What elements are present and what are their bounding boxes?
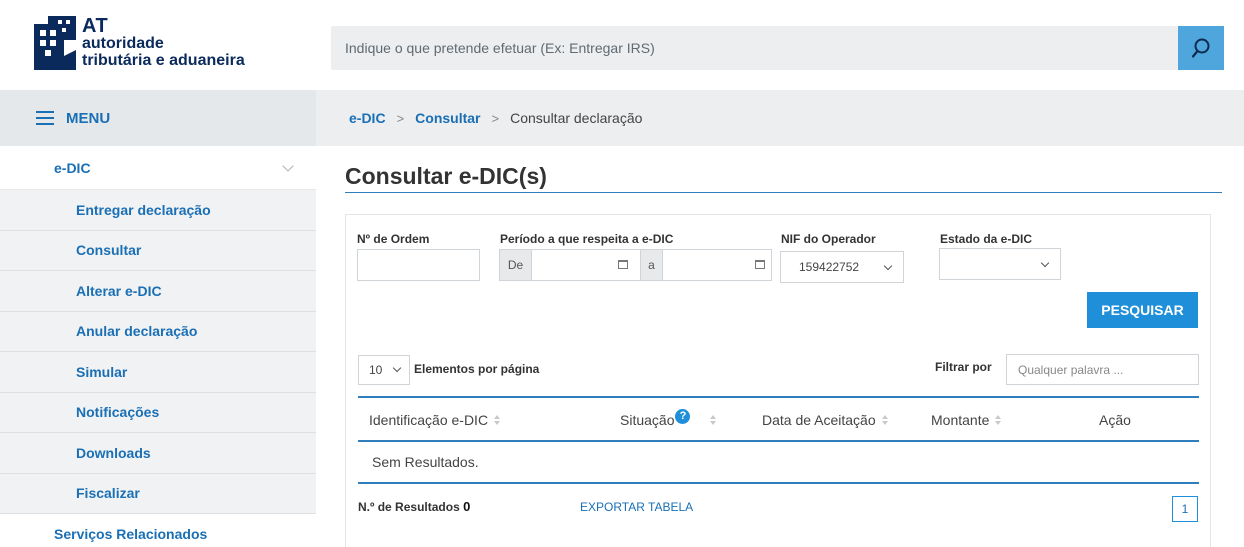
sidebar-item-servicos-relacionados[interactable]: Serviços Relacionados <box>0 514 316 547</box>
results-table: Identificação e-DIC Situação ? Data de A… <box>358 396 1199 484</box>
help-icon[interactable]: ? <box>675 408 691 424</box>
page-title: Consultar e-DIC(s) <box>345 163 547 189</box>
sidebar-item-downloads[interactable]: Downloads <box>0 433 316 474</box>
estado-label: Estado da e-DIC <box>940 232 1033 246</box>
sidebar-item-notificacoes[interactable]: Notificações <box>0 393 316 433</box>
logo-line-1: autoridade <box>82 35 164 52</box>
column-situacao[interactable]: Situação ? <box>620 398 717 442</box>
search-icon <box>1191 38 1210 58</box>
logo-abbr: AT <box>82 15 109 37</box>
ordem-label: Nº de Ordem <box>357 232 430 246</box>
sort-icon <box>710 415 717 425</box>
sidebar-item-fiscalizar[interactable]: Fiscalizar <box>0 474 316 514</box>
periodo-to-addon: a <box>640 249 663 281</box>
nif-select-value: 159422752 <box>799 260 860 274</box>
page-size-label: Elementos por página <box>414 362 540 376</box>
column-identificacao[interactable]: Identificação e-DIC <box>369 398 501 442</box>
page-size-value: 10 <box>369 363 383 377</box>
ordem-input[interactable] <box>357 249 480 281</box>
nif-label: NIF do Operador <box>781 232 876 246</box>
sidebar-item-consultar[interactable]: Consultar <box>0 231 316 271</box>
sidebar-group-label: e-DIC <box>54 159 91 176</box>
logo-line-2: tributária e aduaneira <box>82 52 245 69</box>
column-label: Ação <box>1099 412 1131 428</box>
search-button[interactable] <box>1178 26 1224 70</box>
table-header: Identificação e-DIC Situação ? Data de A… <box>358 396 1199 442</box>
periodo-from-input[interactable] <box>531 249 641 281</box>
filter-label: Filtrar por <box>935 360 992 374</box>
periodo-label: Período a que respeita a e-DIC <box>500 232 674 246</box>
header: AT autoridade tributária e aduaneira <box>0 0 1244 90</box>
pagination-page-1[interactable]: 1 <box>1172 496 1198 522</box>
breadcrumb: e-DIC > Consultar > Consultar declaração <box>316 90 1244 146</box>
breadcrumb-separator: > <box>491 110 500 126</box>
page-size-select[interactable]: 10 <box>358 355 410 385</box>
breadcrumb-edic[interactable]: e-DIC <box>349 110 386 126</box>
column-data-aceitacao[interactable]: Data de Aceitação <box>762 398 889 442</box>
periodo-to-input[interactable] <box>662 249 772 281</box>
title-divider <box>345 192 1222 193</box>
portugal-shield-logo-icon <box>34 16 76 70</box>
column-label: Montante <box>931 412 990 428</box>
sort-icon <box>494 415 501 425</box>
chevron-down-icon <box>282 159 294 172</box>
calendar-icon[interactable] <box>755 260 765 269</box>
column-label: Data de Aceitação <box>762 412 876 428</box>
chevron-down-icon <box>1040 258 1050 268</box>
breadcrumb-consultar[interactable]: Consultar <box>415 110 480 126</box>
sort-icon <box>881 415 889 425</box>
menu-toggle[interactable]: MENU <box>0 90 316 146</box>
logo-wordmark: AT autoridade tributária e aduaneira <box>82 15 245 69</box>
chevron-down-icon <box>392 363 402 373</box>
sort-icon <box>995 415 1002 425</box>
results-label: N.º de Resultados <box>358 500 464 514</box>
sidebar-item-simular[interactable]: Simular <box>0 352 316 393</box>
sidebar-item-entregar-declaracao[interactable]: Entregar declaração <box>0 190 316 231</box>
column-label: Situação <box>620 412 675 428</box>
sidebar-item-alterar-edic[interactable]: Alterar e-DIC <box>0 271 316 312</box>
results-count: N.º de Resultados 0 <box>358 499 470 514</box>
search-input[interactable] <box>331 26 1171 70</box>
table-empty-row: Sem Resultados. <box>358 442 1199 484</box>
calendar-icon[interactable] <box>618 260 628 269</box>
results-value: 0 <box>463 499 471 514</box>
column-label: Identificação e-DIC <box>369 412 489 428</box>
periodo-from-addon: De <box>499 249 532 281</box>
breadcrumb-separator: > <box>396 110 405 126</box>
column-acao: Ação <box>1099 398 1131 442</box>
menu-label: MENU <box>66 109 111 127</box>
nif-select[interactable]: 159422752 <box>780 251 904 283</box>
sidebar-group-edic[interactable]: e-DIC <box>0 146 316 190</box>
breadcrumb-current: Consultar declaração <box>510 110 643 126</box>
estado-select[interactable] <box>939 248 1061 280</box>
empty-text: Sem Resultados. <box>372 454 479 470</box>
export-table-link[interactable]: EXPORTAR TABELA <box>580 500 693 514</box>
pesquisar-button[interactable]: PESQUISAR <box>1087 292 1198 328</box>
at-logo[interactable]: AT autoridade tributária e aduaneira <box>34 14 274 76</box>
column-montante[interactable]: Montante <box>931 398 1002 442</box>
sidebar-item-anular-declaracao[interactable]: Anular declaração <box>0 312 316 352</box>
filter-input[interactable] <box>1006 354 1199 385</box>
search-panel: Nº de Ordem Período a que respeita a e-D… <box>345 214 1211 547</box>
sidebar-submenu: Entregar declaração Consultar Alterar e-… <box>0 190 316 514</box>
hamburger-icon <box>36 111 54 125</box>
sidebar: MENU e-DIC Entregar declaração Consultar… <box>0 90 316 547</box>
global-search <box>331 26 1224 70</box>
chevron-down-icon <box>883 261 893 271</box>
